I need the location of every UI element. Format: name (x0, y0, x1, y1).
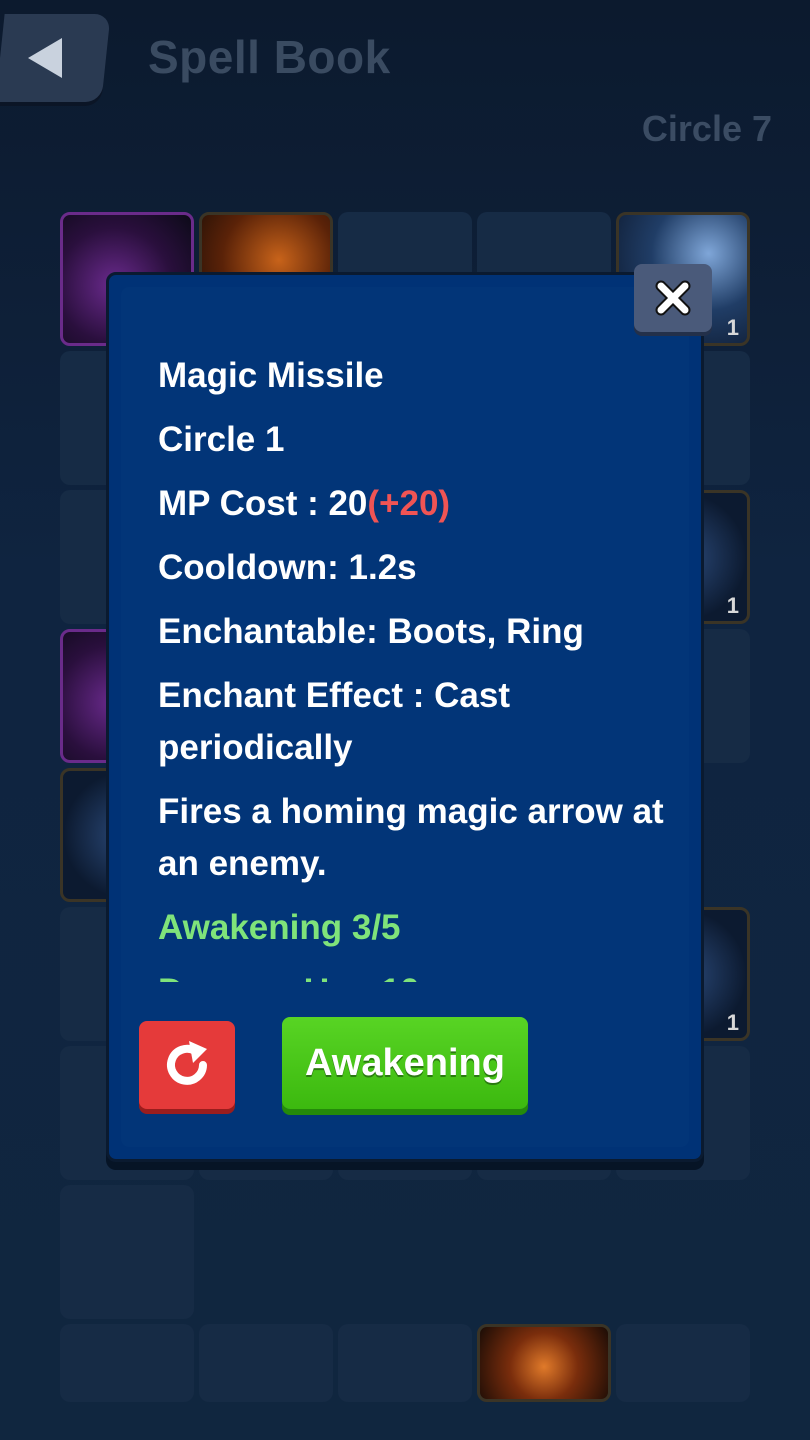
spell-info: Magic Missile Circle 1 MP Cost : 20(+20)… (158, 350, 678, 982)
page-title: Spell Book (148, 31, 391, 83)
spell-slot-empty[interactable] (60, 1185, 194, 1319)
close-icon (655, 280, 691, 316)
enchantable: Enchantable: Boots, Ring (158, 612, 584, 651)
close-button[interactable] (634, 264, 712, 332)
spell-slot-empty[interactable] (60, 1324, 194, 1402)
spell-count: 1 (726, 1010, 739, 1035)
awakening-bonus: Damage Up +10 (158, 966, 678, 982)
spell-slot-empty[interactable] (338, 1324, 472, 1402)
mp-cost-value: MP Cost : 20 (158, 484, 368, 523)
reset-button[interactable] (139, 1021, 235, 1109)
spell-slot-empty[interactable] (199, 1324, 333, 1402)
awakening-button[interactable]: Awakening (282, 1017, 528, 1109)
enchant-effect: Enchant Effect : Cast periodically (158, 676, 510, 767)
cooldown: Cooldown: 1.2s (158, 548, 417, 587)
mp-cost: MP Cost : 20(+20) (158, 478, 678, 530)
refresh-icon (167, 1041, 207, 1085)
spell-description: Fires a homing magic arrow at an enemy. (158, 792, 664, 883)
back-button[interactable] (0, 14, 111, 102)
spell-name: Magic Missile (158, 356, 384, 395)
awakening-level: Awakening 3/5 (158, 908, 401, 947)
mp-cost-bonus: (+20) (367, 484, 451, 523)
circle-level: Circle 7 (641, 108, 772, 149)
spell-slot-empty[interactable] (616, 1324, 750, 1402)
spell-count: 1 (726, 315, 739, 340)
spell-count: 1 (726, 593, 739, 618)
back-arrow-icon (28, 38, 62, 78)
spell-circle: Circle 1 (158, 420, 285, 459)
spell-slot-meteor[interactable] (477, 1324, 611, 1402)
